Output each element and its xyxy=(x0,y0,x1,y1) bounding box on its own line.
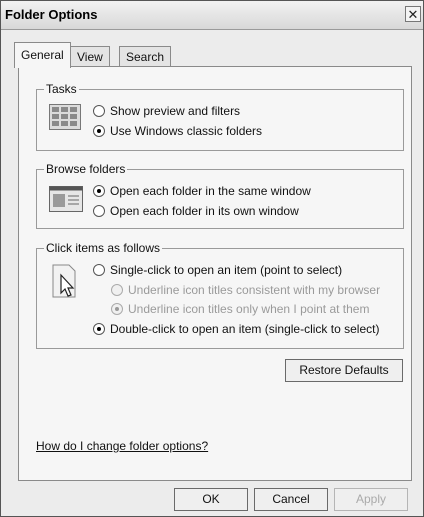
click-items-group: Click items as follows Single-click to o… xyxy=(36,241,404,349)
tab-general[interactable]: General xyxy=(14,42,71,68)
underline-consistent-radio: Underline icon titles consistent with my… xyxy=(111,283,380,297)
tab-view[interactable]: View xyxy=(70,46,110,66)
ok-button[interactable]: OK xyxy=(174,488,248,511)
restore-defaults-button[interactable]: Restore Defaults xyxy=(285,359,403,382)
double-click-radio[interactable]: Double-click to open an item (single-cli… xyxy=(93,322,379,336)
classic-folders-label: Use Windows classic folders xyxy=(110,124,263,138)
radio-unchecked-icon xyxy=(111,284,123,296)
close-button[interactable]: ✕ xyxy=(405,6,421,22)
cancel-button[interactable]: Cancel xyxy=(254,488,328,511)
show-preview-radio[interactable]: Show preview and filters xyxy=(93,104,240,118)
click-items-legend: Click items as follows xyxy=(44,241,163,255)
single-click-radio[interactable]: Single-click to open an item (point to s… xyxy=(93,263,342,277)
cursor-click-icon xyxy=(52,264,76,298)
radio-checked-icon xyxy=(93,125,105,137)
own-window-radio[interactable]: Open each folder in its own window xyxy=(93,204,299,218)
radio-checked-icon xyxy=(93,323,105,335)
own-window-label: Open each folder in its own window xyxy=(110,204,299,218)
tasks-group: Tasks Show preview and filters Use Windo… xyxy=(36,82,404,151)
window-title: Folder Options xyxy=(5,7,98,22)
general-tab-panel: Tasks Show preview and filters Use Windo… xyxy=(18,66,412,481)
apply-button: Apply xyxy=(334,488,408,511)
same-window-label: Open each folder in the same window xyxy=(110,184,311,198)
radio-unchecked-icon xyxy=(93,205,105,217)
underline-point-label: Underline icon titles only when I point … xyxy=(128,302,370,316)
browse-folders-legend: Browse folders xyxy=(44,162,128,176)
radio-unchecked-icon xyxy=(93,264,105,276)
folder-window-icon xyxy=(49,186,83,212)
show-preview-label: Show preview and filters xyxy=(110,104,241,118)
tasks-legend: Tasks xyxy=(44,82,79,96)
windows-preview-icon xyxy=(49,104,81,130)
underline-consistent-label: Underline icon titles consistent with my… xyxy=(128,283,381,297)
radio-checked-icon xyxy=(93,185,105,197)
folder-options-dialog: Folder Options ✕ General View Search Tas… xyxy=(0,0,424,517)
underline-point-radio: Underline icon titles only when I point … xyxy=(111,302,369,316)
classic-folders-radio[interactable]: Use Windows classic folders xyxy=(93,124,262,138)
radio-unchecked-icon xyxy=(93,105,105,117)
title-bar[interactable]: Folder Options ✕ xyxy=(1,1,423,30)
same-window-radio[interactable]: Open each folder in the same window xyxy=(93,184,311,198)
double-click-label: Double-click to open an item (single-cli… xyxy=(110,322,380,336)
tab-search[interactable]: Search xyxy=(119,46,172,66)
browse-folders-group: Browse folders Open each folder in the s… xyxy=(36,162,404,229)
help-link[interactable]: How do I change folder options? xyxy=(36,439,208,453)
single-click-label: Single-click to open an item (point to s… xyxy=(110,263,343,277)
radio-checked-icon xyxy=(111,303,123,315)
